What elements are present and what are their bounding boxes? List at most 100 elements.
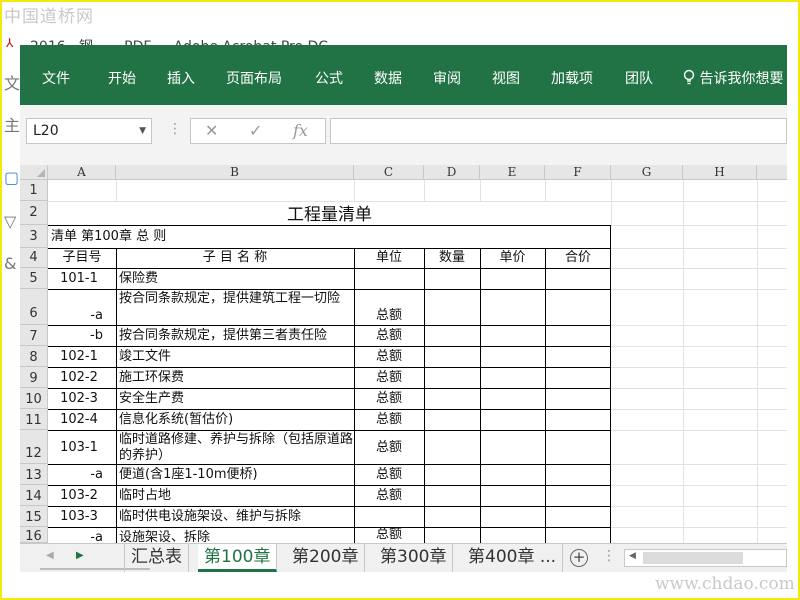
row-header-16[interactable]: 16 <box>20 527 48 543</box>
row-header-15[interactable]: 15 <box>20 506 48 527</box>
cell-item-name[interactable]: 竣工文件 <box>119 349 171 365</box>
header-cell-amount[interactable]: 合价 <box>545 250 611 266</box>
tab-formulas[interactable]: 公式 <box>315 68 343 88</box>
tab-home[interactable]: 开始 <box>108 68 136 88</box>
sheet-title[interactable]: 工程量清单 <box>48 205 611 225</box>
column-header-d[interactable]: D <box>424 165 480 180</box>
column-header-e[interactable]: E <box>480 165 545 180</box>
header-cell-quantity[interactable]: 数量 <box>424 250 480 266</box>
insert-function-icon[interactable]: fx <box>293 121 308 140</box>
formula-bar-grip[interactable]: ⋮ <box>168 121 182 137</box>
row-header-1[interactable]: 1 <box>20 180 48 201</box>
cell-item-name[interactable]: 施工环保费 <box>119 370 184 386</box>
cell-item-unit[interactable]: 总额 <box>354 527 424 543</box>
cell-item-unit[interactable]: 总额 <box>354 308 424 324</box>
gridline <box>424 180 425 201</box>
tab-file[interactable]: 文件 <box>42 68 70 88</box>
column-header-f[interactable]: F <box>545 165 611 180</box>
column-header-h[interactable]: H <box>683 165 757 180</box>
cell-item-unit[interactable]: 总额 <box>354 370 424 386</box>
row-header-8[interactable]: 8 <box>20 346 48 367</box>
sheet-tab-chapter-100[interactable]: 第100章 <box>198 544 278 572</box>
cell-item-name[interactable]: 临时供电设施架设、维护与拆除 <box>119 509 301 525</box>
row-header-12[interactable]: 12 <box>20 430 48 464</box>
cell-item-code[interactable]: -a <box>48 467 103 483</box>
cell-item-unit[interactable]: 总额 <box>354 349 424 365</box>
cell-item-code[interactable]: 101-1 <box>48 271 110 287</box>
cell-item-unit[interactable]: 总额 <box>354 412 424 428</box>
row-header-13[interactable]: 13 <box>20 464 48 485</box>
row-header-3[interactable]: 3 <box>20 225 48 248</box>
cell-item-name[interactable]: 临时占地 <box>119 488 171 504</box>
scroll-next-sheet-icon[interactable]: ▶ <box>76 550 84 561</box>
column-header-b[interactable]: B <box>116 165 354 180</box>
row-header-11[interactable]: 11 <box>20 409 48 430</box>
cell-item-code[interactable]: 103-1 <box>48 440 110 456</box>
row-header-6[interactable]: 6 <box>20 289 48 325</box>
tell-me-box[interactable]: 告诉我你想要 <box>683 68 783 88</box>
tab-team[interactable]: 团队 <box>625 68 653 88</box>
cell-item-name[interactable]: 安全生产费 <box>119 391 184 407</box>
sheet-tab-chapter-300[interactable]: 第300章 <box>374 544 454 572</box>
select-all-corner[interactable] <box>20 165 48 180</box>
cell-item-name[interactable]: 按合同条款规定，提供第三者责任险 <box>119 328 327 344</box>
sheet-tab-chapter-400[interactable]: 第400章 ... <box>462 544 564 572</box>
name-box[interactable]: L20 ▼ <box>26 118 152 144</box>
cell-item-unit[interactable]: 总额 <box>354 391 424 407</box>
cancel-icon[interactable]: ✕ <box>205 121 218 140</box>
row-header-9[interactable]: 9 <box>20 367 48 388</box>
cell-item-code[interactable]: -b <box>48 328 103 344</box>
scroll-prev-sheet-icon[interactable]: ◀ <box>46 550 54 561</box>
scroll-left-icon[interactable]: ◀ <box>629 551 636 561</box>
column-header-g[interactable]: G <box>611 165 683 180</box>
row-header-14[interactable]: 14 <box>20 485 48 506</box>
header-cell-unit-price[interactable]: 单价 <box>480 250 545 266</box>
cell-item-unit[interactable]: 总额 <box>354 488 424 504</box>
header-cell-name[interactable]: 子 目 名 称 <box>116 250 354 266</box>
row-header-10[interactable]: 10 <box>20 388 48 409</box>
tab-add-ins[interactable]: 加载项 <box>551 68 593 88</box>
cell-item-unit[interactable]: 总额 <box>354 328 424 344</box>
cell-item-code[interactable]: 102-3 <box>48 391 110 407</box>
cell-item-unit[interactable]: 总额 <box>354 440 424 456</box>
chevron-down-icon[interactable]: ▼ <box>139 126 146 136</box>
sheet-tab-summary[interactable]: 汇总表 <box>124 544 189 572</box>
header-cell-code[interactable]: 子目号 <box>48 250 116 266</box>
enter-icon[interactable]: ✓ <box>249 121 262 140</box>
gridline <box>611 180 612 225</box>
row-header-4[interactable]: 4 <box>20 248 48 268</box>
row-header-7[interactable]: 7 <box>20 325 48 346</box>
header-cell-unit[interactable]: 单位 <box>354 250 424 266</box>
scrollbar-thumb[interactable] <box>643 552 743 564</box>
row-header-5[interactable]: 5 <box>20 268 48 289</box>
column-header-a[interactable]: A <box>48 165 116 180</box>
add-sheet-button[interactable]: + <box>570 549 588 567</box>
sheet-subtitle[interactable]: 清单 第100章 总 则 <box>51 229 166 245</box>
cell-item-code[interactable]: 102-1 <box>48 349 110 365</box>
tab-review[interactable]: 审阅 <box>433 68 461 88</box>
row-header-2[interactable]: 2 <box>20 201 48 225</box>
cell-item-unit[interactable]: 总额 <box>354 467 424 483</box>
horizontal-scrollbar[interactable]: ◀ <box>624 549 787 567</box>
tab-insert[interactable]: 插入 <box>167 68 195 88</box>
cell-item-name[interactable]: 信息化系统(暂估价) <box>119 412 233 428</box>
cell-item-code[interactable]: 102-4 <box>48 412 110 428</box>
cell-item-name[interactable]: 按合同条款规定，提供建筑工程一切险 <box>119 291 353 307</box>
cell-item-code[interactable]: 103-2 <box>48 488 110 504</box>
column-header-i[interactable] <box>757 165 787 180</box>
gridline <box>611 409 787 410</box>
cell-item-code[interactable]: 103-3 <box>48 509 110 525</box>
tab-view[interactable]: 视图 <box>492 68 520 88</box>
cell-item-name[interactable]: 便道(含1座1-10m便桥) <box>119 467 258 483</box>
formula-input[interactable] <box>330 118 787 144</box>
column-header-c[interactable]: C <box>354 165 424 180</box>
background-doc-icon: ▢ <box>4 168 20 187</box>
cell-item-name[interactable]: 临时道路修建、养护与拆除（包括原道路的养护） <box>119 432 353 464</box>
tab-data[interactable]: 数据 <box>374 68 402 88</box>
tab-splitter-icon[interactable]: ⋮ <box>602 548 616 564</box>
cell-item-code[interactable]: -a <box>48 308 103 324</box>
cell-item-name[interactable]: 保险费 <box>119 271 158 287</box>
sheet-tab-chapter-200[interactable]: 第200章 <box>286 544 366 572</box>
cell-item-code[interactable]: 102-2 <box>48 370 110 386</box>
tab-page-layout[interactable]: 页面布局 <box>226 68 282 88</box>
